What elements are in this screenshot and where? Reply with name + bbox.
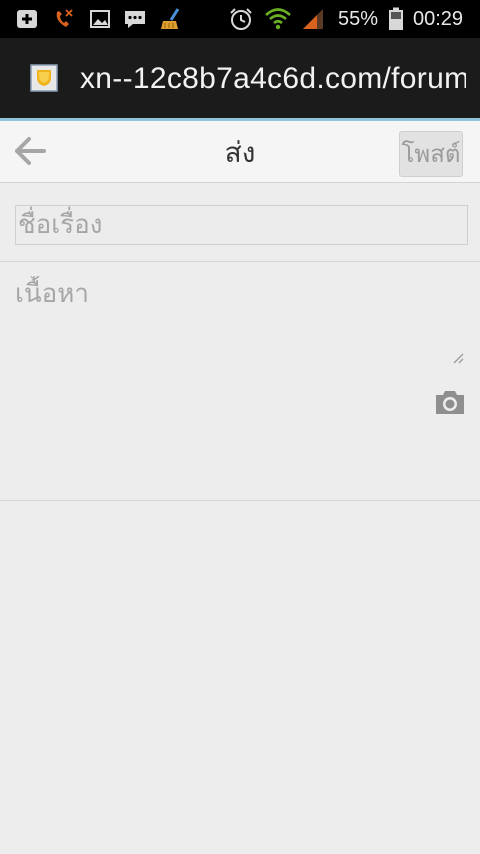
battery-icon	[389, 7, 403, 30]
page-title: ส่ง	[224, 136, 256, 169]
status-bar: 55% 00:29	[0, 0, 480, 38]
site-favicon-icon	[30, 64, 58, 92]
browser-url-bar: xn--12c8b7a4c6d.com/forum	[0, 38, 480, 118]
missed-call-icon	[56, 9, 73, 27]
subject-input[interactable]	[15, 205, 468, 245]
compose-header: ส่ง โพสต์	[0, 121, 480, 183]
content-area	[0, 262, 480, 501]
message-icon	[125, 11, 145, 28]
resize-handle-icon[interactable]	[452, 352, 464, 364]
arrow-left-icon	[15, 137, 46, 165]
wifi-icon	[265, 8, 291, 30]
alarm-icon	[230, 8, 252, 30]
camera-icon[interactable]	[434, 389, 466, 415]
add-icon	[17, 10, 37, 28]
cleaner-icon	[161, 8, 180, 29]
back-button[interactable]	[10, 131, 52, 171]
clock: 00:29	[413, 8, 464, 30]
battery-percent: 55%	[338, 8, 379, 30]
content-input[interactable]	[15, 276, 455, 356]
image-icon	[90, 10, 110, 28]
subject-row	[0, 183, 480, 262]
signal-icon	[303, 9, 323, 29]
post-button[interactable]: โพสต์	[399, 131, 463, 177]
url-text[interactable]: xn--12c8b7a4c6d.com/forum	[80, 59, 466, 99]
compose-form	[0, 183, 480, 854]
